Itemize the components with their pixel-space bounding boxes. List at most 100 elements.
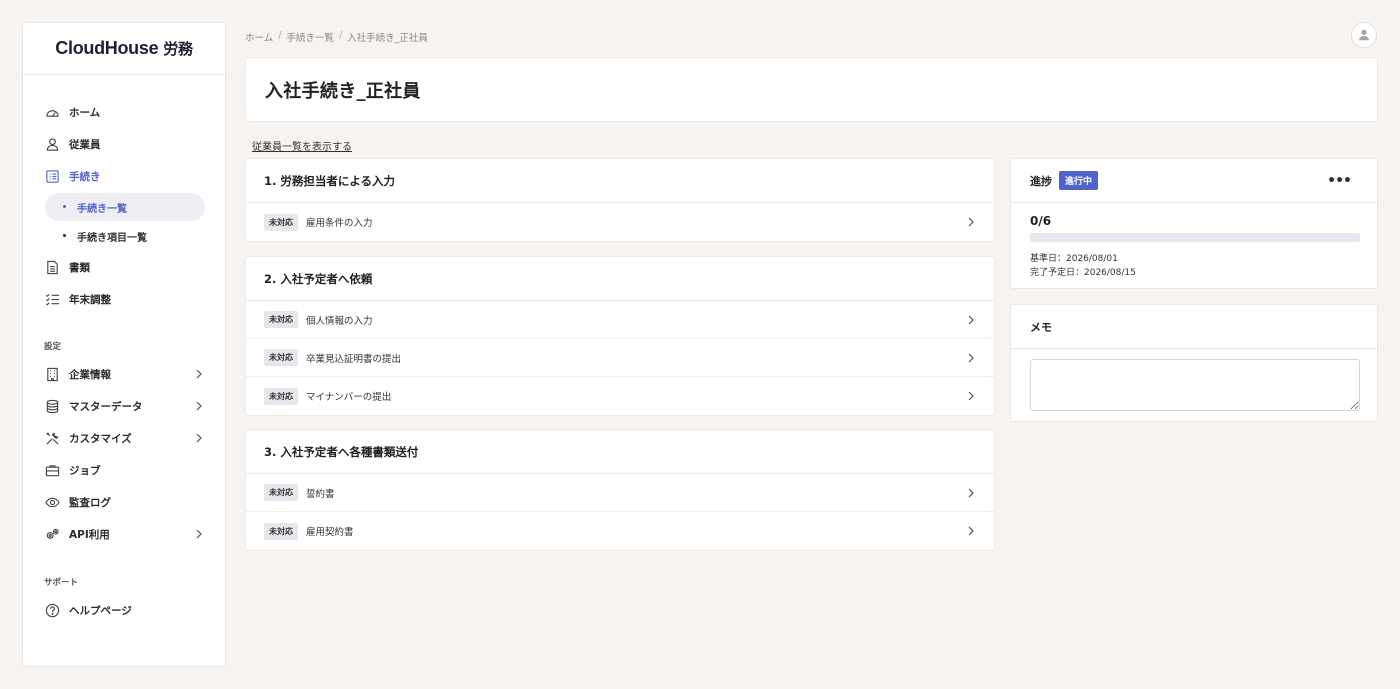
sidebar-item-company[interactable]: 企業情報 — [23, 360, 225, 388]
tools-icon — [44, 430, 60, 446]
memo-title: メモ — [1011, 305, 1377, 349]
gauge-icon — [44, 104, 60, 120]
sidebar-item-audit-log[interactable]: 監査ログ — [23, 488, 225, 516]
page-title: 入社手続き_正社員 — [265, 80, 421, 102]
chevron-right-icon — [196, 529, 202, 539]
sidebar-subitem-label: 手続き項目一覧 — [77, 232, 147, 244]
step-card-2: 2. 入社予定者へ依頼 未対応 個人情報の入力 未対応 卒業見込証明書の提出 未… — [245, 256, 995, 416]
sidebar: CloudHouse 労務 ホーム 従業員 手続き 手続き一覧 手続き項目一覧 … — [22, 22, 226, 667]
user-avatar-button[interactable] — [1351, 22, 1377, 48]
status-badge: 未対応 — [264, 522, 298, 540]
chevron-right-icon — [968, 488, 974, 498]
chevron-right-icon — [196, 401, 202, 411]
step-title: 1. 労務担当者による入力 — [246, 159, 994, 203]
sidebar-item-customize[interactable]: カスタマイズ — [23, 424, 225, 452]
app-logo[interactable]: CloudHouse 労務 — [23, 23, 225, 75]
task-row[interactable]: 未対応 マイナンバーの提出 — [246, 377, 994, 415]
memo-textarea[interactable] — [1030, 359, 1360, 411]
task-label: 卒業見込証明書の提出 — [306, 353, 402, 365]
settings-section-label: 設定 — [44, 342, 62, 352]
employee-list-link[interactable]: 従業員一覧を表示する — [252, 138, 352, 153]
progress-header: 進捗 進行中 ••• — [1011, 159, 1377, 203]
progress-card: 進捗 進行中 ••• 0/6 基準日：2026/08/01 完了予定日：2026… — [1010, 158, 1378, 289]
chevron-right-icon — [968, 526, 974, 536]
sidebar-item-api[interactable]: API利用 — [23, 520, 225, 548]
task-label: 個人情報の入力 — [306, 315, 373, 327]
due-date: 完了予定日：2026/08/15 — [1030, 268, 1136, 278]
step-card-1: 1. 労務担当者による入力 未対応 雇用条件の入力 — [245, 158, 995, 242]
chevron-right-icon — [968, 217, 974, 227]
task-row[interactable]: 未対応 個人情報の入力 — [246, 301, 994, 339]
progress-count: 0/6 — [1030, 214, 1052, 228]
chevron-right-icon — [968, 315, 974, 325]
sidebar-item-year-end[interactable]: 年末調整 — [23, 285, 225, 313]
sidebar-item-label: ジョブ — [69, 464, 101, 477]
task-label: 誓約書 — [306, 488, 335, 500]
chevron-right-icon — [968, 353, 974, 363]
sidebar-item-label: 企業情報 — [69, 368, 111, 381]
sidebar-item-home[interactable]: ホーム — [23, 98, 225, 126]
breadcrumb-procedure-list[interactable]: 手続き一覧 — [286, 30, 334, 44]
eye-icon — [44, 494, 60, 510]
sidebar-item-label: API利用 — [69, 528, 110, 541]
breadcrumb-home[interactable]: ホーム — [245, 30, 273, 44]
status-badge: 進行中 — [1059, 171, 1099, 190]
breadcrumb-separator: / — [338, 30, 343, 41]
task-label: マイナンバーの提出 — [306, 392, 392, 403]
task-row[interactable]: 未対応 誓約書 — [246, 474, 994, 512]
list-check-icon — [44, 291, 60, 307]
avatar-icon — [1359, 29, 1369, 41]
building-icon — [44, 366, 60, 382]
help-circle-icon — [44, 602, 60, 618]
step-card-3: 3. 入社予定者へ各種書類送付 未対応 誓約書 未対応 雇用契約書 — [245, 429, 995, 551]
sidebar-item-documents[interactable]: 書類 — [23, 253, 225, 281]
sidebar-item-jobs[interactable]: ジョブ — [23, 456, 225, 484]
sidebar-item-label: 書類 — [69, 261, 90, 274]
sidebar-subitem-procedure-items[interactable]: 手続き項目一覧 — [45, 222, 205, 250]
step-title: 3. 入社予定者へ各種書類送付 — [246, 430, 994, 474]
breadcrumb: ホーム / 手続き一覧 / 入社手続き_正社員 — [245, 30, 428, 44]
status-badge: 未対応 — [264, 213, 298, 231]
progress-bar — [1030, 233, 1360, 242]
status-badge: 未対応 — [264, 349, 298, 366]
sidebar-item-help[interactable]: ヘルプページ — [23, 596, 225, 624]
task-row[interactable]: 未対応 卒業見込証明書の提出 — [246, 339, 994, 377]
base-date: 基準日：2026/08/01 — [1030, 254, 1118, 264]
sidebar-subitem-procedure-list[interactable]: 手続き一覧 — [45, 193, 205, 221]
sidebar-item-employees[interactable]: 従業員 — [23, 130, 225, 158]
checklist-icon — [44, 168, 60, 184]
step-title: 2. 入社予定者へ依頼 — [246, 257, 994, 301]
sidebar-item-label: 監査ログ — [69, 496, 111, 509]
sidebar-item-label: 年末調整 — [69, 293, 111, 306]
chevron-right-icon — [196, 369, 202, 379]
breadcrumb-separator: / — [278, 30, 282, 41]
logo-suffix: 労務 — [163, 41, 193, 58]
support-section-label: サポート — [44, 578, 79, 588]
status-badge: 未対応 — [264, 387, 298, 405]
document-icon — [44, 259, 60, 275]
status-badge: 未対応 — [264, 311, 298, 328]
task-label: 雇用条件の入力 — [306, 218, 373, 229]
memo-card: メモ — [1010, 304, 1378, 422]
status-badge: 未対応 — [264, 484, 298, 501]
progress-title: 進捗 — [1030, 174, 1052, 188]
sidebar-item-label: 手続き — [69, 170, 101, 183]
gears-icon — [44, 526, 60, 542]
more-options-button[interactable]: ••• — [1327, 173, 1352, 189]
breadcrumb-current: 入社手続き_正社員 — [347, 33, 428, 44]
sidebar-item-label: マスターデータ — [69, 400, 143, 413]
task-row[interactable]: 未対応 雇用契約書 — [246, 512, 994, 550]
sidebar-item-master-data[interactable]: マスターデータ — [23, 392, 225, 420]
sidebar-item-label: ホーム — [69, 106, 101, 119]
task-row[interactable]: 未対応 雇用条件の入力 — [246, 203, 994, 241]
database-icon — [44, 398, 60, 414]
sidebar-item-procedures[interactable]: 手続き — [23, 162, 225, 190]
page-title-card: 入社手続き_正社員 — [245, 57, 1378, 122]
sidebar-item-label: ヘルプページ — [69, 604, 132, 617]
sidebar-subitem-label: 手続き一覧 — [77, 203, 127, 215]
briefcase-icon — [44, 462, 60, 478]
logo-text: CloudHouse — [55, 38, 159, 58]
sidebar-item-label: カスタマイズ — [69, 432, 132, 445]
user-icon — [44, 136, 60, 152]
chevron-right-icon — [196, 433, 202, 443]
